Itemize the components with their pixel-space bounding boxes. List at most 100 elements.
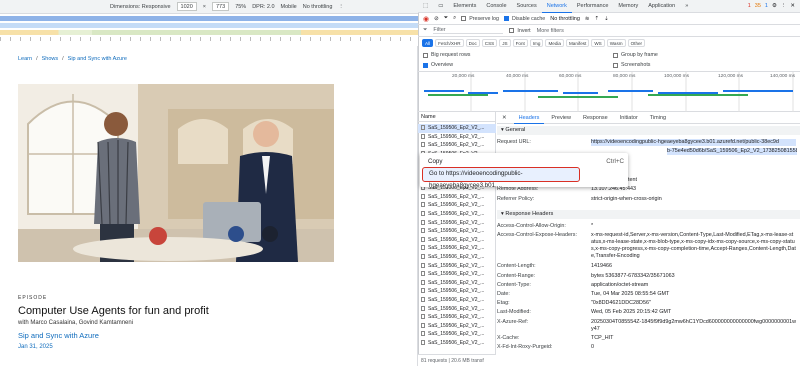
tab-timing[interactable]: Timing (645, 113, 671, 124)
request-row[interactable]: SaS_159506_Ep2_V2_... (418, 330, 496, 339)
tab-initiator[interactable]: Initiator (615, 113, 643, 124)
tab-memory[interactable]: Memory (613, 0, 643, 13)
close-icon[interactable]: ✕ (790, 3, 795, 9)
device-toggle-icon[interactable]: ▭ (433, 0, 448, 13)
name-column-header[interactable]: Name (418, 113, 496, 122)
throttle-dropdown[interactable]: No throttling (550, 16, 580, 22)
kebab-menu-icon[interactable]: ⋮ (781, 3, 787, 9)
request-row[interactable]: SaS_159506_Ep2_V2_... (418, 287, 496, 296)
request-name: SaS_159506_Ep2_V2_... (428, 236, 485, 243)
clear-icon[interactable]: ⊘ (434, 16, 439, 22)
tab-preview[interactable]: Preview (546, 113, 576, 124)
type-other[interactable]: Other (627, 38, 646, 47)
record-icon[interactable]: ◉ (423, 15, 429, 23)
close-detail-icon[interactable]: ✕ (497, 113, 512, 124)
request-row[interactable]: SaS_159506_Ep2_V2_... (418, 279, 496, 288)
request-row[interactable]: SaS_159506_Ep2_V2_... (418, 219, 496, 228)
media-bar-2[interactable] (0, 23, 418, 28)
request-row[interactable]: SaS_159506_Ep2_V2_... (418, 236, 496, 245)
media-bar-3[interactable] (0, 30, 418, 35)
throttle-select[interactable]: No throttling (303, 4, 333, 10)
overview-checkbox[interactable]: Overview (423, 62, 453, 68)
request-row[interactable]: SaS_159506_Ep2_V2_... (418, 133, 496, 142)
width-input[interactable]: 1020 (176, 2, 197, 11)
general-section-header[interactable]: ▾ General (497, 126, 800, 135)
type-js[interactable]: JS (499, 38, 511, 47)
tab-headers[interactable]: Headers (513, 113, 545, 124)
preserve-log-checkbox[interactable]: Preserve log (461, 16, 499, 22)
request-row[interactable]: SaS_159506_Ep2_V2_... (418, 262, 496, 271)
episode-video-thumbnail[interactable] (18, 84, 334, 262)
request-url-continued[interactable]: b-75e4ed50d6b/SaS_159506_Ep2_V2_17382508… (667, 148, 797, 155)
settings-icon[interactable]: ⚙ (772, 3, 777, 9)
request-row[interactable]: SaS_159506_Ep2_V2_... (418, 253, 496, 262)
request-row[interactable]: SaS_159506_Ep2_V2_... (418, 270, 496, 279)
device-toolbar: Dimensions: Responsive 1020 × 773 75% DP… (0, 0, 418, 14)
header-value: * (591, 223, 594, 229)
issue-counters[interactable]: 1 35 1 ⚙ ⋮ ✕ (748, 3, 800, 9)
tab-response[interactable]: Response (578, 113, 613, 124)
dimensions-select[interactable]: Dimensions: Responsive (110, 4, 171, 10)
request-row[interactable]: SaS_159506_Ep2_V2_... (418, 141, 496, 150)
request-row[interactable]: SaS_159506_Ep2_V2_... (418, 193, 496, 202)
type-doc[interactable]: Doc (465, 38, 480, 47)
height-input[interactable]: 773 (212, 2, 230, 11)
media-bar-1[interactable] (0, 16, 418, 21)
response-header-row: Content-Type: application/octet-stream (497, 282, 800, 290)
menu-item-copy[interactable]: Copy (428, 158, 442, 165)
tab-performance[interactable]: Performance (572, 0, 614, 13)
more-tabs-icon[interactable]: » (680, 0, 693, 13)
type-manifest[interactable]: Manifest (565, 38, 590, 47)
type-font[interactable]: Font (512, 38, 528, 47)
menu-item-goto-url[interactable]: Go to https://videoencodingpublic-hgeaey… (422, 167, 580, 189)
tab-application[interactable]: Application (643, 0, 680, 13)
disable-cache-checkbox[interactable]: Disable cache (503, 16, 545, 22)
type-img[interactable]: Img (529, 38, 544, 47)
response-headers-section-header[interactable]: ▾ Response Headers (497, 210, 800, 219)
wifi-icon[interactable]: ≋ (585, 16, 590, 22)
tab-network[interactable]: Network (541, 0, 572, 13)
tab-sources[interactable]: Sources (512, 0, 542, 13)
type-all[interactable]: All (422, 38, 434, 47)
filter-icon[interactable]: ⏷ (444, 15, 448, 22)
invert-checkbox[interactable]: Invert (509, 28, 531, 34)
device-type-select[interactable]: Mobile (281, 4, 297, 10)
dpr-select[interactable]: DPR: 2.0 (252, 4, 274, 10)
breadcrumb-shows[interactable]: Shows (42, 56, 59, 62)
request-row[interactable]: SaS_159506_Ep2_V2_... (418, 339, 496, 348)
type-fetch-xhr[interactable]: Fetch/XHR (435, 38, 464, 47)
tab-elements[interactable]: Elements (448, 0, 481, 13)
screenshots-checkbox[interactable]: Screenshots (613, 62, 650, 68)
tab-console[interactable]: Console (481, 0, 511, 13)
group-by-frame-checkbox[interactable]: Group by frame (613, 52, 658, 58)
request-row[interactable]: SaS_159506_Ep2_V2_... (418, 296, 496, 305)
export-icon[interactable]: ⇣ (604, 16, 609, 22)
request-row[interactable]: SaS_159506_Ep2_V2_... (418, 124, 496, 133)
series-link[interactable]: Sip and Sync with Azure (18, 331, 99, 340)
request-row[interactable]: SaS_159506_Ep2_V2_... (418, 210, 496, 219)
request-row[interactable]: SaS_159506_Ep2_V2_... (418, 201, 496, 210)
request-row[interactable]: SaS_159506_Ep2_V2_... (418, 305, 496, 314)
header-value: Tue, 04 Mar 2025 08:55:54 GMT (591, 291, 670, 297)
remote-address-value: 13.107.246.45:443 (591, 186, 636, 192)
type-ws[interactable]: WS (591, 38, 605, 47)
more-filters-dropdown[interactable]: More filters (537, 28, 564, 34)
tick-label: 40,000 ms (506, 74, 529, 79)
inspect-icon[interactable]: ⬚ (418, 0, 433, 13)
type-wasm[interactable]: Wasm (606, 38, 626, 47)
more-options-icon[interactable]: ⋮ (338, 4, 344, 10)
request-row[interactable]: SaS_159506_Ep2_V2_... (418, 227, 496, 236)
zoom-select[interactable]: 75% (235, 4, 246, 10)
type-media[interactable]: Media (545, 38, 564, 47)
request-row[interactable]: SaS_159506_Ep2_V2_... (418, 244, 496, 253)
search-icon[interactable]: ⌕ (453, 15, 456, 22)
filter-input[interactable]: Filter (433, 27, 504, 34)
import-icon[interactable]: ⇡ (595, 16, 600, 22)
request-row[interactable]: SaS_159506_Ep2_V2_... (418, 313, 496, 322)
request-url-value[interactable]: https://videoencodingpublic-hgeaeyeba8gy… (591, 139, 796, 146)
big-rows-checkbox[interactable]: Big request rows (423, 52, 470, 58)
type-css[interactable]: CSS (481, 38, 498, 47)
breadcrumb-series[interactable]: Sip and Sync with Azure (68, 56, 127, 62)
breadcrumb-learn[interactable]: Learn (18, 56, 32, 62)
request-row[interactable]: SaS_159506_Ep2_V2_... (418, 322, 496, 331)
